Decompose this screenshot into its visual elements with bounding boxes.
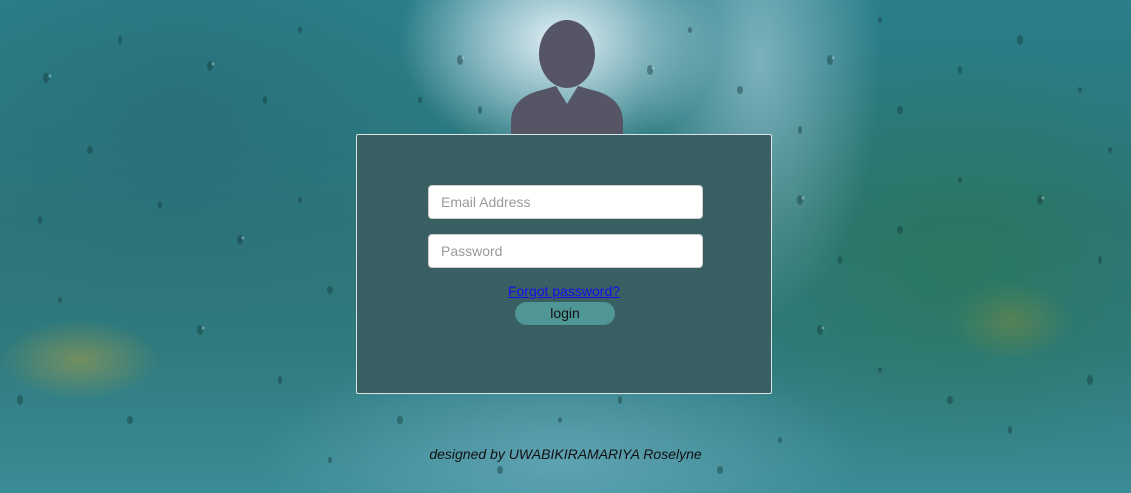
password-field[interactable] [428,234,703,268]
forgot-password-row: Forgot password? [357,283,771,299]
user-silhouette-icon [511,20,623,136]
forgot-password-link[interactable]: Forgot password? [508,283,620,299]
login-card: Forgot password? login [356,134,772,394]
designer-credit: designed by UWABIKIRAMARIYA Roselyne [429,446,702,462]
login-button[interactable]: login [515,302,615,325]
email-field[interactable] [428,185,703,219]
